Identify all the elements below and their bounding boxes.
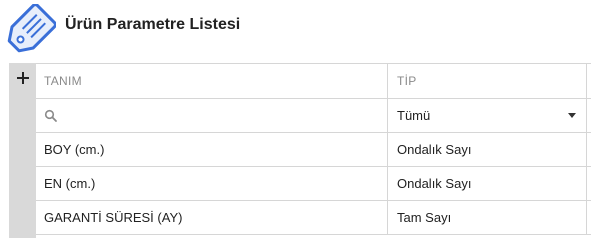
caret-down-icon (568, 113, 576, 118)
search-icon (44, 109, 57, 122)
column-header-spacer (586, 64, 591, 98)
cell-spacer (586, 201, 591, 234)
cell-spacer (586, 167, 591, 200)
add-button[interactable] (9, 63, 36, 93)
column-header-tanim[interactable]: TANIM (36, 64, 387, 98)
filter-spacer (586, 99, 591, 132)
cell-tip: Ondalık Sayı (387, 167, 586, 200)
filter-row: Tümü (36, 99, 591, 133)
page: Ürün Parametre Listesi TANIM TİP Tümü BO… (0, 0, 591, 238)
cell-tip: Tam Sayı (387, 201, 586, 234)
cell-tanim: GARANTİ SÜRESİ (AY) (44, 210, 183, 225)
column-header-tip[interactable]: TİP (387, 64, 586, 98)
tip-filter-value: Tümü (397, 108, 431, 123)
tip-filter-select[interactable]: Tümü (387, 99, 586, 132)
cell-spacer (586, 133, 591, 166)
cell-tanim: EN (cm.) (44, 176, 96, 191)
parameter-table: TANIM TİP Tümü BOY (cm.) Ondalık Sayı EN… (36, 63, 591, 238)
table-row[interactable]: BOY (cm.) Ondalık Sayı (36, 133, 591, 167)
price-tag-icon (7, 4, 56, 53)
cell-tanim: BOY (cm.) (44, 142, 105, 157)
table-row[interactable]: GARANTİ SÜRESİ (AY) Tam Sayı (36, 201, 591, 235)
table-header-row: TANIM TİP (36, 64, 591, 99)
cell-tip: Ondalık Sayı (387, 133, 586, 166)
page-header: Ürün Parametre Listesi (0, 0, 591, 62)
plus-icon (16, 72, 29, 84)
page-title: Ürün Parametre Listesi (65, 16, 241, 33)
table-row[interactable]: EN (cm.) Ondalık Sayı (36, 167, 591, 201)
tanim-search-field[interactable] (36, 99, 387, 132)
